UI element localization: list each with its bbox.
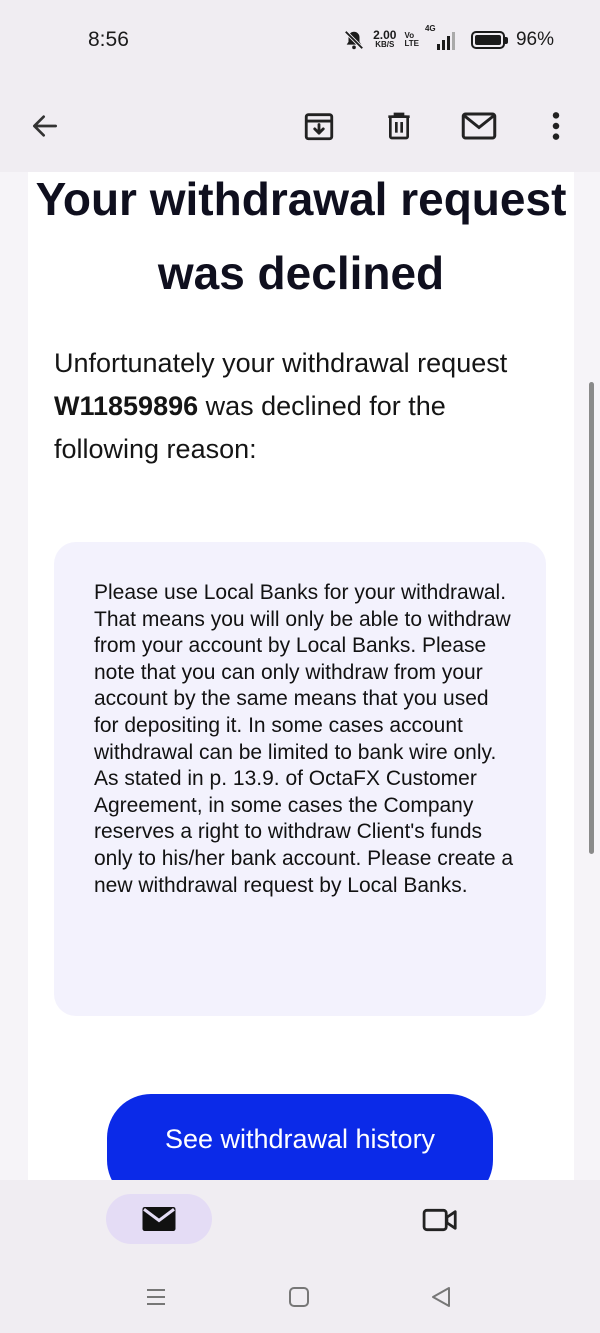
archive-icon [304, 113, 334, 141]
request-id: W11859896 [54, 391, 199, 421]
more-options-button[interactable] [529, 99, 583, 153]
intro-text: Unfortunately your withdrawal request W1… [54, 342, 554, 471]
system-back-button[interactable] [426, 1282, 456, 1312]
see-withdrawal-history-button[interactable]: See withdrawal history [107, 1094, 493, 1180]
status-time: 8:56 [88, 28, 129, 51]
video-icon [422, 1208, 457, 1232]
archive-button[interactable] [292, 99, 346, 153]
mark-unread-button[interactable] [452, 99, 506, 153]
trash-icon [388, 112, 410, 140]
delete-button[interactable] [372, 99, 426, 153]
mute-bell-icon [344, 30, 364, 50]
network-type: 4G [424, 24, 436, 33]
status-bar: 8:56 2.00 KB/S Vo LTE 4G 96% [0, 0, 600, 80]
triangle-back-icon [432, 1287, 450, 1307]
reason-text: Please use Local Banks for your withdraw… [94, 581, 514, 897]
email-body: Your withdrawal request was declined Unf… [28, 172, 574, 1180]
net-speed: 2.00 KB/S [373, 28, 397, 50]
more-vertical-icon [552, 112, 560, 140]
mail-icon [142, 1207, 176, 1231]
menu-icon [147, 1289, 165, 1305]
volte-bottom: LTE [404, 39, 419, 48]
email-content[interactable]: Your withdrawal request was declined Unf… [0, 172, 600, 1180]
email-heading: Your withdrawal request was declined [35, 173, 567, 299]
app-toolbar [0, 80, 600, 172]
system-nav-bar [0, 1260, 600, 1333]
bottom-nav [0, 1180, 600, 1260]
square-icon [289, 1287, 309, 1307]
reason-box: Please use Local Banks for your withdraw… [54, 542, 546, 1016]
scrollbar[interactable] [589, 382, 594, 854]
volte-badge: Vo LTE [404, 32, 419, 48]
recents-button[interactable] [141, 1282, 171, 1312]
mail-icon [461, 112, 497, 140]
arrow-left-icon [33, 115, 57, 137]
nav-mail-tab[interactable] [106, 1194, 212, 1244]
nav-meet-tab[interactable] [418, 1200, 462, 1240]
battery-icon [470, 31, 508, 49]
net-speed-unit: KB/S [375, 40, 395, 49]
back-button[interactable] [18, 99, 72, 153]
net-speed-value: 2.00 [373, 28, 397, 42]
home-button[interactable] [284, 1282, 314, 1312]
battery-percent: 96% [515, 29, 554, 50]
intro-before: Unfortunately your withdrawal request [54, 348, 508, 378]
signal-icon: 4G [425, 24, 455, 50]
status-icons: 2.00 KB/S Vo LTE 4G 96% [343, 24, 554, 54]
